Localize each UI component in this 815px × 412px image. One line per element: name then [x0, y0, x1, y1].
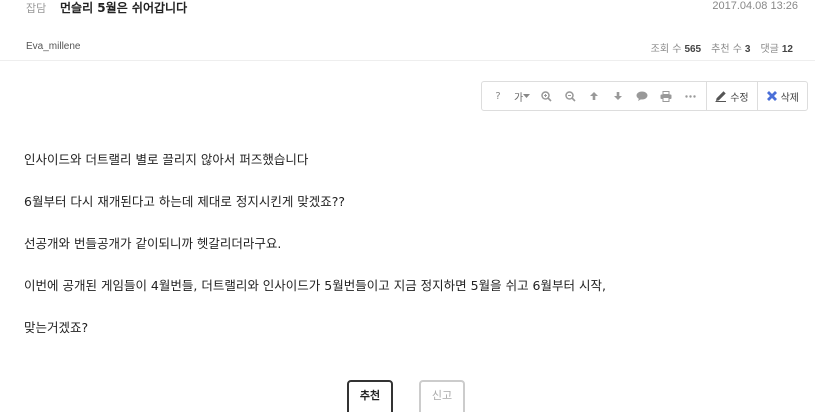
zoom-in-icon [540, 90, 552, 102]
recommend-button-label: 추천 [359, 389, 381, 402]
views-count: 565 [684, 44, 702, 55]
more-button[interactable] [678, 82, 702, 110]
recommend-button[interactable]: 추천 [347, 380, 393, 412]
caret-down-icon [523, 93, 531, 98]
recommend-label: 추천 수 [711, 44, 742, 55]
zoom-out-icon [564, 90, 576, 102]
comments-stat: 댓글 12 [760, 40, 793, 55]
recommend-count: 3 [744, 44, 751, 55]
delete-label: 삭제 [780, 92, 799, 104]
post-category[interactable]: 잡담 [26, 0, 46, 16]
pencil-icon [715, 91, 727, 102]
author-name[interactable]: Eva_millene [26, 41, 80, 52]
print-button[interactable] [654, 82, 678, 110]
comments-label: 댓글 [760, 44, 779, 55]
font-size-label: 가 [513, 92, 524, 104]
post-date: 2017.04.08 13:26 [712, 0, 798, 12]
views-label: 조회 수 [650, 44, 682, 55]
font-size-button[interactable]: 가 [510, 82, 534, 110]
scroll-up-button[interactable] [582, 82, 606, 110]
post-paragraph: 맞는거겠죠? [24, 320, 89, 335]
recommend-stat: 추천 수3 [711, 40, 750, 55]
comment-icon [636, 91, 648, 101]
post-title: 먼슬리 5월은 쉬어갑니다 [60, 1, 188, 15]
post-header: 잡담 먼슬리 5월은 쉬어갑니다 2017.04.08 13:26 [0, 0, 815, 20]
comments-count: 12 [781, 44, 793, 55]
post-stats: 조회 수 565 추천 수3 댓글 12 [651, 40, 793, 55]
comment-button[interactable] [630, 82, 654, 110]
edit-label: 수정 [730, 92, 749, 104]
scroll-down-button[interactable] [606, 82, 630, 110]
report-button-label: 신고 [431, 389, 453, 402]
edit-button[interactable]: 수정 [711, 82, 752, 110]
print-icon [660, 90, 672, 102]
arrow-down-icon [614, 92, 623, 100]
delete-button[interactable]: 삭제 [762, 82, 803, 110]
post-paragraph: 인사이드와 더트랠리 별로 끌리지 않아서 퍼즈했습니다 [24, 152, 309, 167]
toolbar-delete-group: 삭제 [758, 82, 807, 110]
arrow-up-icon [590, 92, 599, 100]
post-paragraph: 이번에 공개된 게임들이 4월번들, 더트랠리와 인사이드가 5월번들이고 지금… [24, 278, 606, 293]
vote-area: 추천 신고 [347, 380, 465, 412]
toolbar-tools: ? 가 [482, 82, 708, 110]
post-toolbar: ? 가 수정 삭제 [480, 81, 808, 111]
post-paragraph: 선공개와 번들공개가 같이되니까 헷갈리더라구요. [24, 236, 282, 251]
help-icon: ? [495, 90, 501, 102]
post-meta: Eva_millene 조회 수 565 추천 수3 댓글 12 [0, 33, 815, 61]
views-stat: 조회 수 565 [651, 40, 701, 55]
report-button[interactable]: 신고 [419, 380, 465, 412]
close-icon [766, 91, 777, 101]
zoom-in-button[interactable] [534, 82, 558, 110]
toolbar-edit-group: 수정 [707, 82, 758, 110]
more-icon [684, 94, 696, 98]
help-button[interactable]: ? [486, 82, 510, 110]
post-paragraph: 6월부터 다시 재개된다고 하는데 제대로 정지시킨게 맞겠죠?? [24, 194, 346, 209]
zoom-out-button[interactable] [558, 82, 582, 110]
post-body: 인사이드와 더트랠리 별로 끌리지 않아서 퍼즈했습니다 6월부터 다시 재개된… [24, 152, 804, 362]
